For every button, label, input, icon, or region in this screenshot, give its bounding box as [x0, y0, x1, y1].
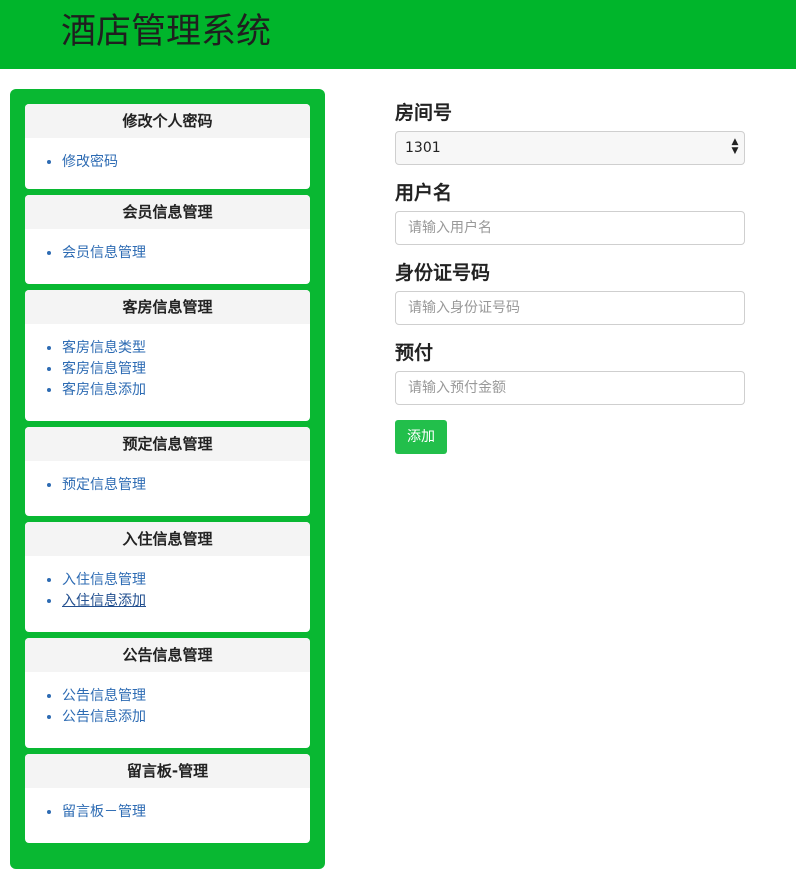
- panel-change-password: 修改个人密码 修改密码: [25, 104, 310, 189]
- checkin-form: 房间号 1301 ▲▼ 用户名 身份证号码 预付 添加: [395, 99, 745, 454]
- panel-list: 会员信息管理: [25, 243, 310, 264]
- room-select[interactable]: 1301 ▲ ▼: [395, 131, 745, 165]
- panel-member-info: 会员信息管理 会员信息管理: [25, 195, 310, 284]
- list-item: 公告信息管理: [62, 686, 310, 707]
- panel-notice-info: 公告信息管理 公告信息管理 公告信息添加: [25, 638, 310, 748]
- panel-body: 客房信息类型 客房信息管理 客房信息添加: [25, 324, 310, 401]
- prepay-input-wrapper: [395, 371, 745, 405]
- sidebar: 修改个人密码 修改密码 会员信息管理 会员信息管理 客房信息管理 客房信息类型 …: [10, 89, 325, 869]
- username-input-wrapper: [395, 211, 745, 245]
- link-checkin-add[interactable]: 入住信息添加: [62, 593, 146, 609]
- panel-title: 修改个人密码: [25, 104, 310, 138]
- app-header: 酒店管理系统: [0, 0, 796, 69]
- idcard-input-wrapper: [395, 291, 745, 325]
- panel-body: 公告信息管理 公告信息添加: [25, 672, 310, 728]
- link-notice-manage[interactable]: 公告信息管理: [62, 688, 146, 704]
- panel-room-info: 客房信息管理 客房信息类型 客房信息管理 客房信息添加: [25, 290, 310, 421]
- app-title: 酒店管理系统: [61, 12, 272, 52]
- panel-list: 客房信息类型 客房信息管理 客房信息添加: [25, 338, 310, 401]
- panel-body: 留言板－管理: [25, 788, 310, 823]
- idcard-label: 身份证号码: [395, 262, 491, 284]
- panel-body: 入住信息管理 入住信息添加: [25, 556, 310, 612]
- prepay-input[interactable]: [396, 372, 728, 404]
- list-item: 客房信息添加: [62, 380, 310, 401]
- panel-title: 预定信息管理: [25, 427, 310, 461]
- username-input[interactable]: [396, 212, 728, 244]
- list-item: 修改密码: [62, 152, 310, 173]
- prepay-label: 预付: [395, 342, 434, 364]
- panel-checkin-info: 入住信息管理 入住信息管理 入住信息添加: [25, 522, 310, 632]
- username-label: 用户名: [395, 182, 453, 204]
- room-select-value: 1301: [405, 140, 441, 156]
- panel-list: 留言板－管理: [25, 802, 310, 823]
- link-notice-add[interactable]: 公告信息添加: [62, 709, 146, 725]
- panel-title: 留言板-管理: [25, 754, 310, 788]
- select-arrows-icon: ▲ ▼: [731, 137, 739, 156]
- panel-body: 修改密码: [25, 138, 310, 173]
- idcard-field: 身份证号码: [395, 259, 745, 325]
- panel-title: 公告信息管理: [25, 638, 310, 672]
- panel-list: 预定信息管理: [25, 475, 310, 496]
- panel-title: 客房信息管理: [25, 290, 310, 324]
- link-change-password[interactable]: 修改密码: [62, 154, 118, 170]
- link-room-manage[interactable]: 客房信息管理: [62, 361, 146, 377]
- list-item: 会员信息管理: [62, 243, 310, 264]
- prepay-field: 预付: [395, 339, 745, 405]
- link-message-manage[interactable]: 留言板－管理: [62, 804, 146, 820]
- list-item: 客房信息管理: [62, 359, 310, 380]
- list-item: 公告信息添加: [62, 707, 310, 728]
- panel-list: 公告信息管理 公告信息添加: [25, 686, 310, 728]
- panel-body: 预定信息管理: [25, 461, 310, 496]
- panel-list: 修改密码: [25, 152, 310, 173]
- panel-title: 入住信息管理: [25, 522, 310, 556]
- add-button[interactable]: 添加: [395, 420, 447, 454]
- link-member-manage[interactable]: 会员信息管理: [62, 245, 146, 261]
- panel-message-board: 留言板-管理 留言板－管理: [25, 754, 310, 843]
- panel-list: 入住信息管理 入住信息添加: [25, 570, 310, 612]
- link-room-type[interactable]: 客房信息类型: [62, 340, 146, 356]
- list-item: 留言板－管理: [62, 802, 310, 823]
- panel-title: 会员信息管理: [25, 195, 310, 229]
- list-item: 客房信息类型: [62, 338, 310, 359]
- list-item: 预定信息管理: [62, 475, 310, 496]
- link-room-add[interactable]: 客房信息添加: [62, 382, 146, 398]
- idcard-input[interactable]: [396, 292, 728, 324]
- panel-reservation-info: 预定信息管理 预定信息管理: [25, 427, 310, 516]
- link-reservation-manage[interactable]: 预定信息管理: [62, 477, 146, 493]
- room-label: 房间号: [395, 102, 453, 124]
- username-field: 用户名: [395, 179, 745, 245]
- list-item: 入住信息添加: [62, 591, 310, 612]
- link-checkin-manage[interactable]: 入住信息管理: [62, 572, 146, 588]
- panel-body: 会员信息管理: [25, 229, 310, 264]
- room-field: 房间号 1301 ▲ ▼: [395, 99, 745, 165]
- list-item: 入住信息管理: [62, 570, 310, 591]
